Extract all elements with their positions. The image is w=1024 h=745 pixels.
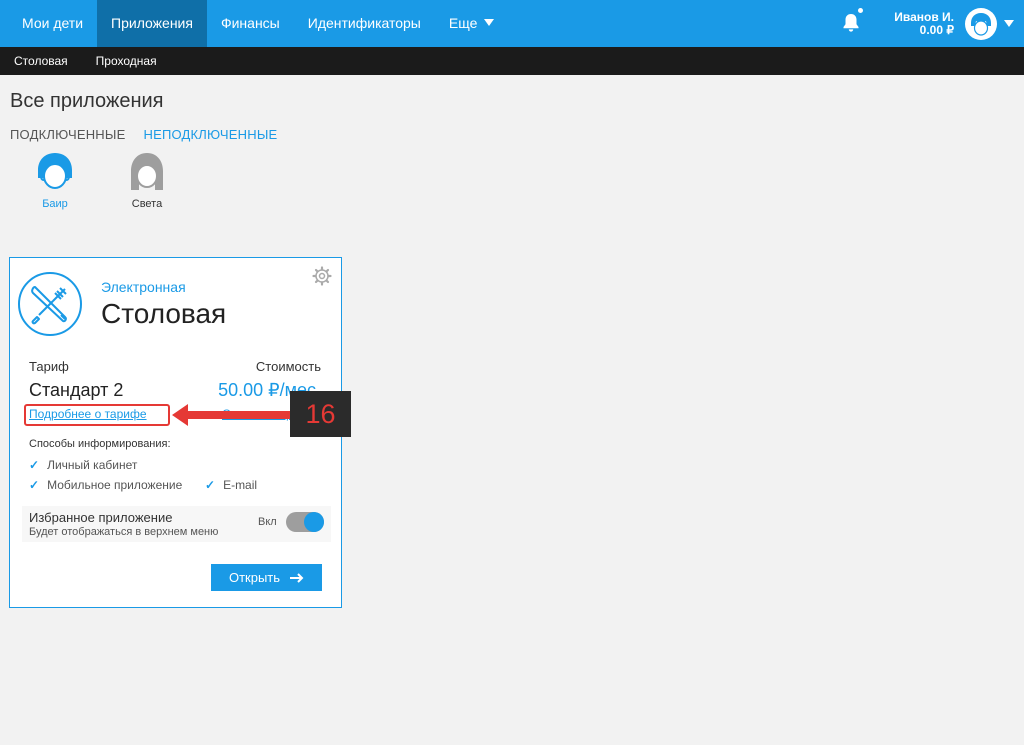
child-name: Баир — [42, 198, 68, 210]
annotation-arrow-icon — [172, 404, 292, 426]
favorite-toggle[interactable] — [286, 512, 324, 532]
notify-methods-title: Способы информирования: — [29, 438, 171, 450]
notify-label: Мобильное приложение — [47, 478, 183, 492]
notify-label: E-mail — [223, 478, 258, 492]
notify-item: ✓ Мобильное приложение — [29, 478, 182, 492]
notification-dot — [858, 8, 863, 13]
tariff-name: Стандарт 2 — [29, 380, 124, 400]
cost-label: Стоимость — [255, 359, 321, 374]
top-navbar: Мои дети Приложения Финансы Идентификато… — [0, 0, 1024, 47]
tariff-details-link[interactable]: Подробнее о тарифе — [29, 407, 147, 421]
notify-label: Личный кабинет — [47, 458, 138, 472]
app-title: Столовая — [101, 298, 227, 329]
nav-identifiers[interactable]: Идентификаторы — [294, 0, 435, 47]
bell-icon[interactable] — [842, 13, 860, 33]
nav-more[interactable]: Еще — [435, 0, 509, 47]
open-button-label: Открыть — [228, 570, 281, 585]
favorite-app-row: Избранное приложение Будет отображаться … — [22, 506, 331, 542]
open-app-button[interactable]: Открыть — [211, 564, 322, 591]
tariff-label: Тариф — [29, 359, 69, 374]
user-info[interactable]: Иванов И. 0.00 ₽ — [894, 11, 954, 37]
boy-avatar-icon — [38, 153, 72, 189]
child-avatar-sveta[interactable]: Света — [117, 152, 177, 210]
caret-down-icon — [484, 19, 495, 26]
favorite-title: Избранное приложение — [29, 510, 173, 525]
nav-more-label: Еще — [448, 15, 478, 31]
check-icon: ✓ — [29, 478, 40, 492]
annotation-step-badge: 16 — [290, 391, 351, 437]
nav-my-children[interactable]: Мои дети — [8, 0, 97, 47]
user-menu-caret-icon[interactable] — [1004, 20, 1014, 27]
page-title: Все приложения — [10, 90, 164, 112]
check-icon: ✓ — [205, 478, 216, 492]
subnav-canteen[interactable]: Столовая — [0, 47, 82, 75]
child-name: Света — [131, 198, 163, 210]
tab-disconnected[interactable]: НЕПОДКЛЮЧЕННЫЕ — [143, 127, 277, 142]
user-avatar-icon[interactable] — [964, 7, 998, 41]
toggle-knob — [304, 512, 324, 532]
nav-finances[interactable]: Финансы — [207, 0, 294, 47]
app-subtitle: Электронная — [101, 279, 186, 295]
notify-item: ✓ E-mail — [205, 478, 257, 492]
gear-icon[interactable] — [312, 266, 332, 286]
check-icon: ✓ — [29, 458, 40, 472]
sub-navbar: Столовая Проходная — [0, 47, 1024, 75]
app-tabs: ПОДКЛЮЧЕННЫЕ НЕПОДКЛЮЧЕННЫЕ — [10, 127, 277, 142]
girl-avatar-icon — [131, 153, 163, 190]
tab-connected[interactable]: ПОДКЛЮЧЕННЫЕ — [10, 127, 125, 142]
favorite-description: Будет отображаться в верхнем меню — [29, 526, 219, 538]
toggle-state-label: Вкл — [258, 516, 277, 528]
main-nav: Мои дети Приложения Финансы Идентификато… — [8, 0, 508, 47]
notify-item: ✓ Личный кабинет — [29, 458, 137, 472]
arrow-right-icon — [290, 572, 304, 583]
child-avatar-bair[interactable]: Баир — [25, 152, 85, 210]
nav-applications[interactable]: Приложения — [97, 0, 207, 47]
subnav-checkpoint[interactable]: Проходная — [82, 47, 171, 75]
fork-knife-icon — [18, 272, 82, 336]
user-balance: 0.00 ₽ — [919, 23, 954, 37]
